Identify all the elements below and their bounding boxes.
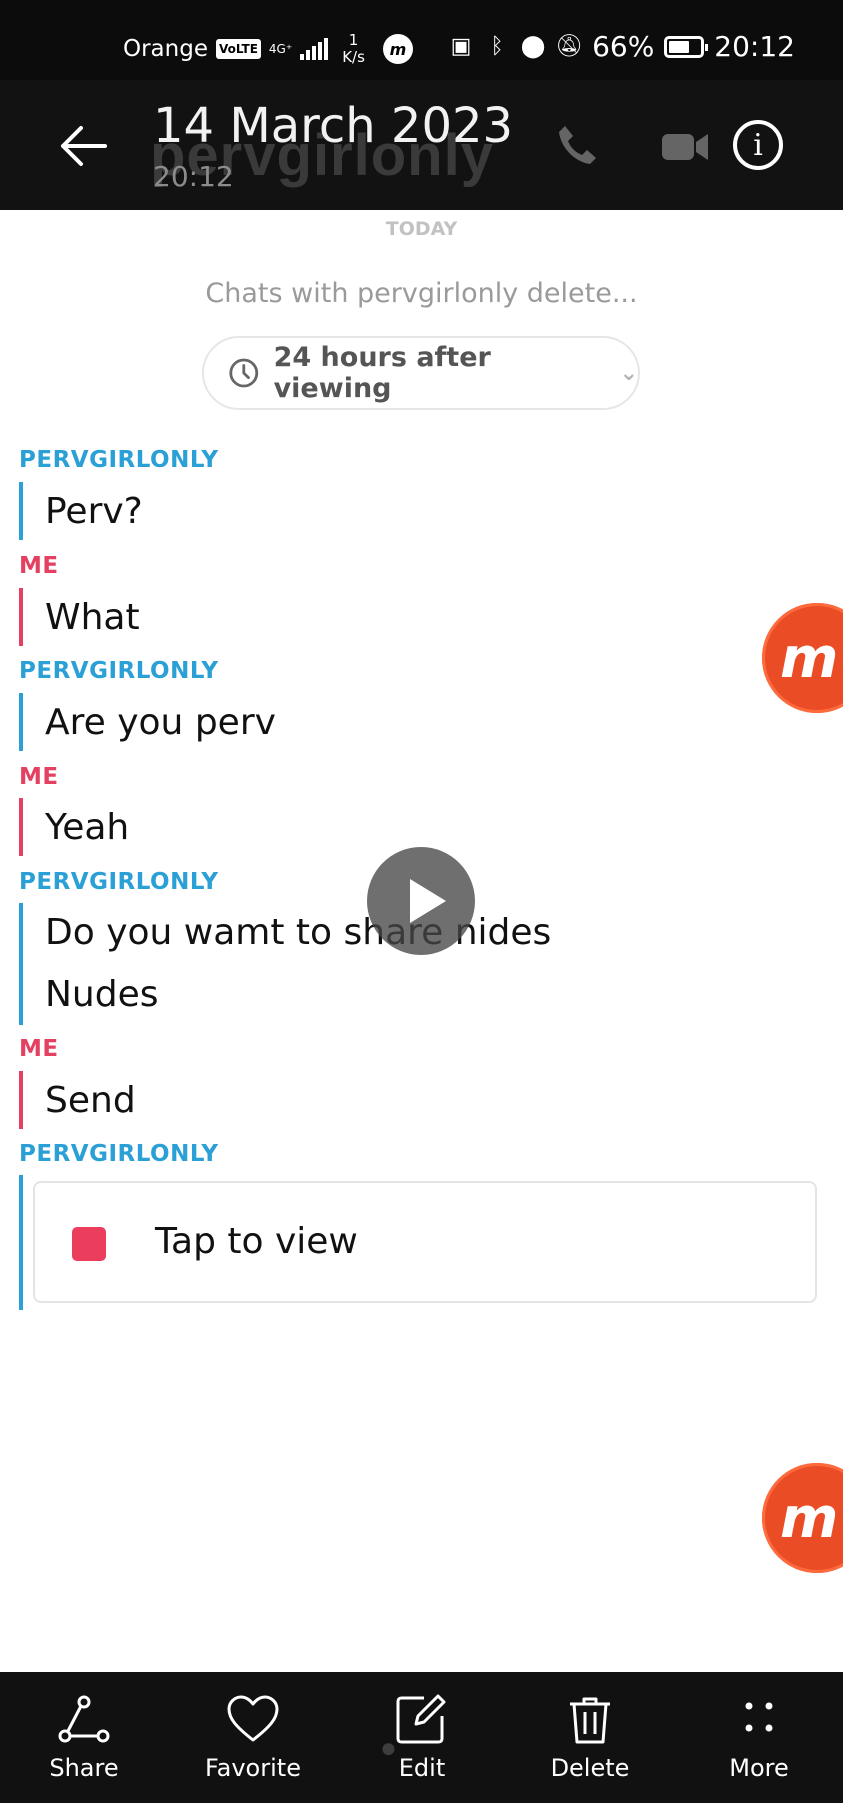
status-bar: Orange VoLTE 4G⁺ 1 K/s m ▣ ᛒ ⬤ 🔕︎ 66% 20:… — [0, 0, 843, 80]
mobizen-bubble-icon[interactable]: m — [762, 1463, 843, 1573]
bluetooth-icon: ᛒ — [490, 34, 504, 59]
sender-label: PERVGIRLONLY — [19, 447, 219, 473]
sender-label: ME — [19, 1036, 59, 1062]
more-button[interactable]: More — [689, 1672, 829, 1803]
message-text[interactable]: Yeah — [45, 807, 129, 848]
clock-icon — [229, 358, 259, 388]
more-label: More — [729, 1754, 789, 1782]
volte-badge: VoLTE — [215, 39, 261, 59]
delete-setting-label: 24 hours after viewing — [273, 342, 491, 404]
speed-value: 1 — [348, 31, 359, 49]
message-bar — [19, 1071, 23, 1129]
favorite-label: Favorite — [205, 1754, 301, 1782]
info-icon[interactable]: i — [733, 120, 783, 170]
sender-label: ME — [19, 553, 59, 579]
battery-icon — [664, 35, 709, 58]
more-icon — [745, 1702, 773, 1732]
message-bar — [19, 693, 23, 751]
sender-label: PERVGIRLONLY — [19, 1141, 219, 1167]
page-title: 14 March 2023 — [153, 98, 514, 154]
sender-label: ME — [19, 764, 59, 790]
heart-icon — [227, 1695, 279, 1742]
trash-icon — [570, 1697, 610, 1744]
share-label: Share — [49, 1754, 119, 1782]
carrier-name: Orange — [123, 36, 208, 62]
message-text[interactable]: What — [45, 597, 140, 638]
page-subtitle: 20:12 — [153, 160, 234, 193]
favorite-button[interactable]: Favorite — [183, 1672, 323, 1803]
battery-percent: 66% — [592, 30, 655, 63]
message-text[interactable]: Perv? — [45, 491, 143, 532]
message-bar — [19, 588, 23, 646]
location-icon: ⬤ — [520, 34, 546, 59]
message-bar — [19, 798, 23, 856]
mute-bell-icon: 🔕︎ — [555, 34, 584, 59]
share-button[interactable]: Share — [14, 1672, 154, 1803]
share-icon — [58, 1695, 110, 1743]
mobizen-bubble-icon[interactable]: m — [762, 603, 843, 713]
battery-fill — [669, 40, 690, 53]
status-left: Orange VoLTE 4G⁺ 1 K/s m — [123, 32, 413, 66]
edit-button[interactable]: Edit — [352, 1672, 492, 1803]
delete-note: Chats with pervgirlonly delete... — [205, 278, 638, 309]
message-bar — [19, 903, 23, 1025]
snap-message[interactable]: Tap to view — [33, 1181, 817, 1303]
status-right: ▣ ᛒ ⬤ 🔕︎ 66% 20:12 — [448, 30, 795, 63]
phone-icon — [559, 126, 596, 164]
gallery-header: pervgirlonly 14 March 2023 20:12 i — [0, 80, 843, 210]
mobizen-status-icon: m — [382, 34, 413, 64]
network-type: 4G⁺ — [268, 42, 293, 56]
message-text[interactable]: Send — [45, 1080, 136, 1121]
video-call-icon — [662, 134, 708, 160]
delete-setting-dropdown[interactable]: 24 hours after viewing ⌄ — [202, 336, 640, 410]
edit-icon — [396, 1694, 446, 1744]
sender-label: PERVGIRLONLY — [19, 658, 219, 684]
nfc-icon: ▣ — [450, 34, 472, 59]
speed-unit: K/s — [342, 48, 365, 66]
snap-icon — [72, 1227, 106, 1261]
chevron-down-icon: ⌄ — [619, 360, 638, 386]
message-text[interactable]: Are you perv — [45, 702, 276, 743]
delete-button[interactable]: Delete — [520, 1672, 660, 1803]
bottom-action-bar: ● Share Favorite Edit Delete More — [0, 1672, 843, 1803]
message-bar — [19, 482, 23, 540]
message-text[interactable]: Nudes — [45, 974, 159, 1015]
edit-label: Edit — [398, 1754, 446, 1782]
delete-label: Delete — [550, 1754, 630, 1782]
data-speed: 1 K/s — [342, 32, 365, 66]
message-text[interactable]: Do you wamt to share nides — [45, 912, 551, 953]
snap-label: Tap to view — [155, 1221, 358, 1262]
clock: 20:12 — [714, 30, 795, 63]
back-arrow-icon[interactable] — [55, 118, 111, 174]
signal-icon — [300, 38, 329, 60]
message-bar — [19, 1175, 23, 1310]
day-separator: TODAY — [385, 218, 458, 240]
sender-label: PERVGIRLONLY — [19, 869, 219, 895]
play-button[interactable] — [367, 847, 475, 955]
